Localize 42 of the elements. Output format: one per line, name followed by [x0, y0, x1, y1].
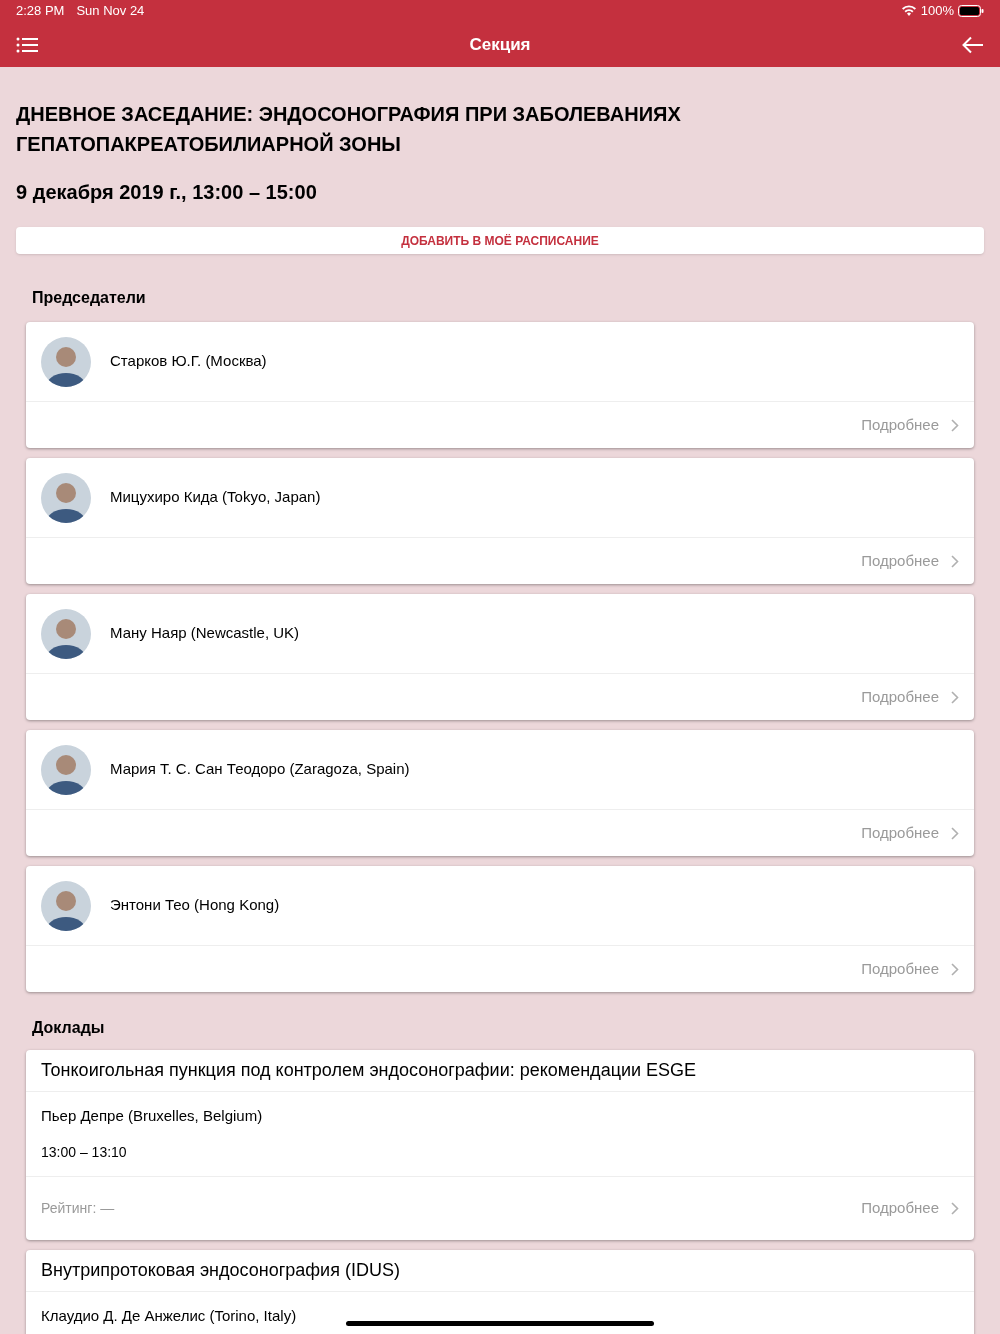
avatar-icon [41, 608, 91, 659]
chair-card[interactable]: Энтони Тео (Hong Kong) Подробнее [26, 866, 974, 992]
chevron-icon [951, 962, 959, 976]
battery-percent: 100% [920, 2, 954, 21]
section-heading: Председатели [31, 288, 147, 308]
avatar-icon [41, 336, 91, 387]
nav-title: Секция [468, 33, 532, 56]
status-date: Sun Nov 24 [76, 2, 145, 21]
talk-card[interactable]: Тонкоигольная пункция под контролем эндосонографии: рекомендации ESGE Пьер Депре (Bruxelles, Belgium) 13:00 – 13:10 Рейтинг: — Подробнее [26, 1050, 974, 1240]
add-to-schedule-button[interactable]: ДОБАВИТЬ В МОЁ РАСПИСАНИЕ [16, 227, 984, 254]
avatar-icon [41, 744, 91, 795]
talk-speaker: Клаудио Д. Де Анжелис (Torino, Italy) [41, 1305, 297, 1326]
avatar-icon [41, 472, 91, 523]
chair-name: Энтони Тео (Hong Kong) [110, 895, 280, 916]
section-heading: Доклады [31, 1018, 106, 1038]
status-time: 2:28 PM [16, 2, 65, 21]
session-title: ДНЕВНОЕ ЗАСЕДАНИЕ: ЭНДОСОНОГРАФИЯ ПРИ ЗАБОЛЕВАНИЯХ ГЕПАТОПАКРЕАТОБИЛИАРНОЙ ЗОНЫ [16, 102, 682, 157]
back-icon[interactable] [962, 35, 984, 54]
talk-card[interactable]: Внутрипротоковая эндосонография (IDUS) Клаудио Д. Де Анжелис (Torino, Italy) [26, 1249, 974, 1334]
talk-title: Тонкоигольная пункция под контролем эндосонографии: рекомендации ESGE [26, 1050, 974, 1092]
chair-name: Ману Наяр (Newcastle, UK) [110, 623, 300, 644]
chair-card[interactable]: Старков Ю.Г. (Москва) Подробнее [26, 322, 974, 448]
menu-icon[interactable] [16, 36, 38, 53]
session-datetime: 9 декабря 2019 г., 13:00 – 15:00 [16, 180, 318, 205]
talk-title: Внутрипротоковая эндосонография (IDUS) [26, 1249, 974, 1292]
chair-card[interactable]: Мицухиро Кида (Tokyo, Japan) Подробнее [26, 458, 974, 584]
chair-name: Старков Ю.Г. (Москва) [110, 351, 267, 372]
chair-card[interactable]: Мария Т. С. Сан Теодоро (Zaragoza, Spain) Подробнее [26, 730, 974, 856]
chair-card[interactable]: Ману Наяр (Newcastle, UK) Подробнее [26, 594, 974, 720]
chevron-icon [951, 554, 959, 568]
talk-time: 13:00 – 13:10 [41, 1142, 128, 1162]
avatar-icon [41, 880, 91, 931]
talk-speaker: Пьер Депре (Bruxelles, Belgium) [41, 1106, 263, 1126]
battery-icon [958, 5, 984, 17]
chair-name: Мицухиро Кида (Tokyo, Japan) [110, 487, 321, 508]
chevron-icon [951, 690, 959, 704]
talk-rating: Рейтинг: — [41, 1198, 115, 1218]
chevron-icon [951, 418, 959, 432]
chair-name: Мария Т. С. Сан Теодоро (Zaragoza, Spain) [110, 759, 410, 780]
wifi-icon [900, 5, 917, 17]
chevron-icon [951, 1201, 959, 1215]
chevron-icon [951, 826, 959, 840]
